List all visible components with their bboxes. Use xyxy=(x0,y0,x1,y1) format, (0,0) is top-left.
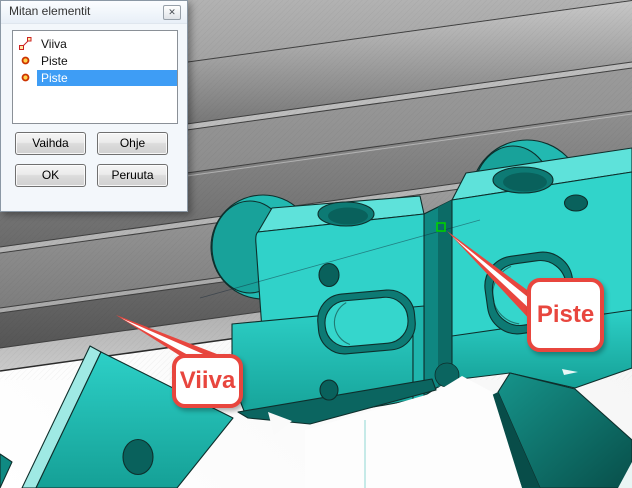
point-icon xyxy=(13,73,37,82)
dialog-title: Mitan elementit xyxy=(9,4,90,18)
dialog-titlebar[interactable]: Mitan elementit ✕ xyxy=(1,1,187,24)
line-icon xyxy=(13,37,37,50)
callout-piste: Piste xyxy=(527,278,604,352)
point-icon xyxy=(13,56,37,65)
ohje-button[interactable]: Ohje xyxy=(97,132,168,155)
list-item-label: Piste xyxy=(37,53,177,69)
list-item[interactable]: Piste xyxy=(13,69,177,86)
cad-window: Viiva Piste Mitan elementit ✕ Viiva xyxy=(0,0,632,488)
list-item[interactable]: Viiva xyxy=(13,35,177,52)
list-item-label: Viiva xyxy=(37,36,177,52)
dimension-elements-dialog: Mitan elementit ✕ Viiva xyxy=(0,0,188,212)
list-item-label: Piste xyxy=(37,70,177,86)
peruuta-button[interactable]: Peruuta xyxy=(97,164,168,187)
ok-button[interactable]: OK xyxy=(15,164,86,187)
left-roller-slot xyxy=(316,288,418,356)
vaihda-button[interactable]: Vaihda xyxy=(15,132,86,155)
element-listbox[interactable]: Viiva Piste Piste xyxy=(12,30,178,124)
callout-viiva: Viiva xyxy=(172,354,243,408)
list-item[interactable]: Piste xyxy=(13,52,177,69)
close-icon[interactable]: ✕ xyxy=(163,5,181,20)
